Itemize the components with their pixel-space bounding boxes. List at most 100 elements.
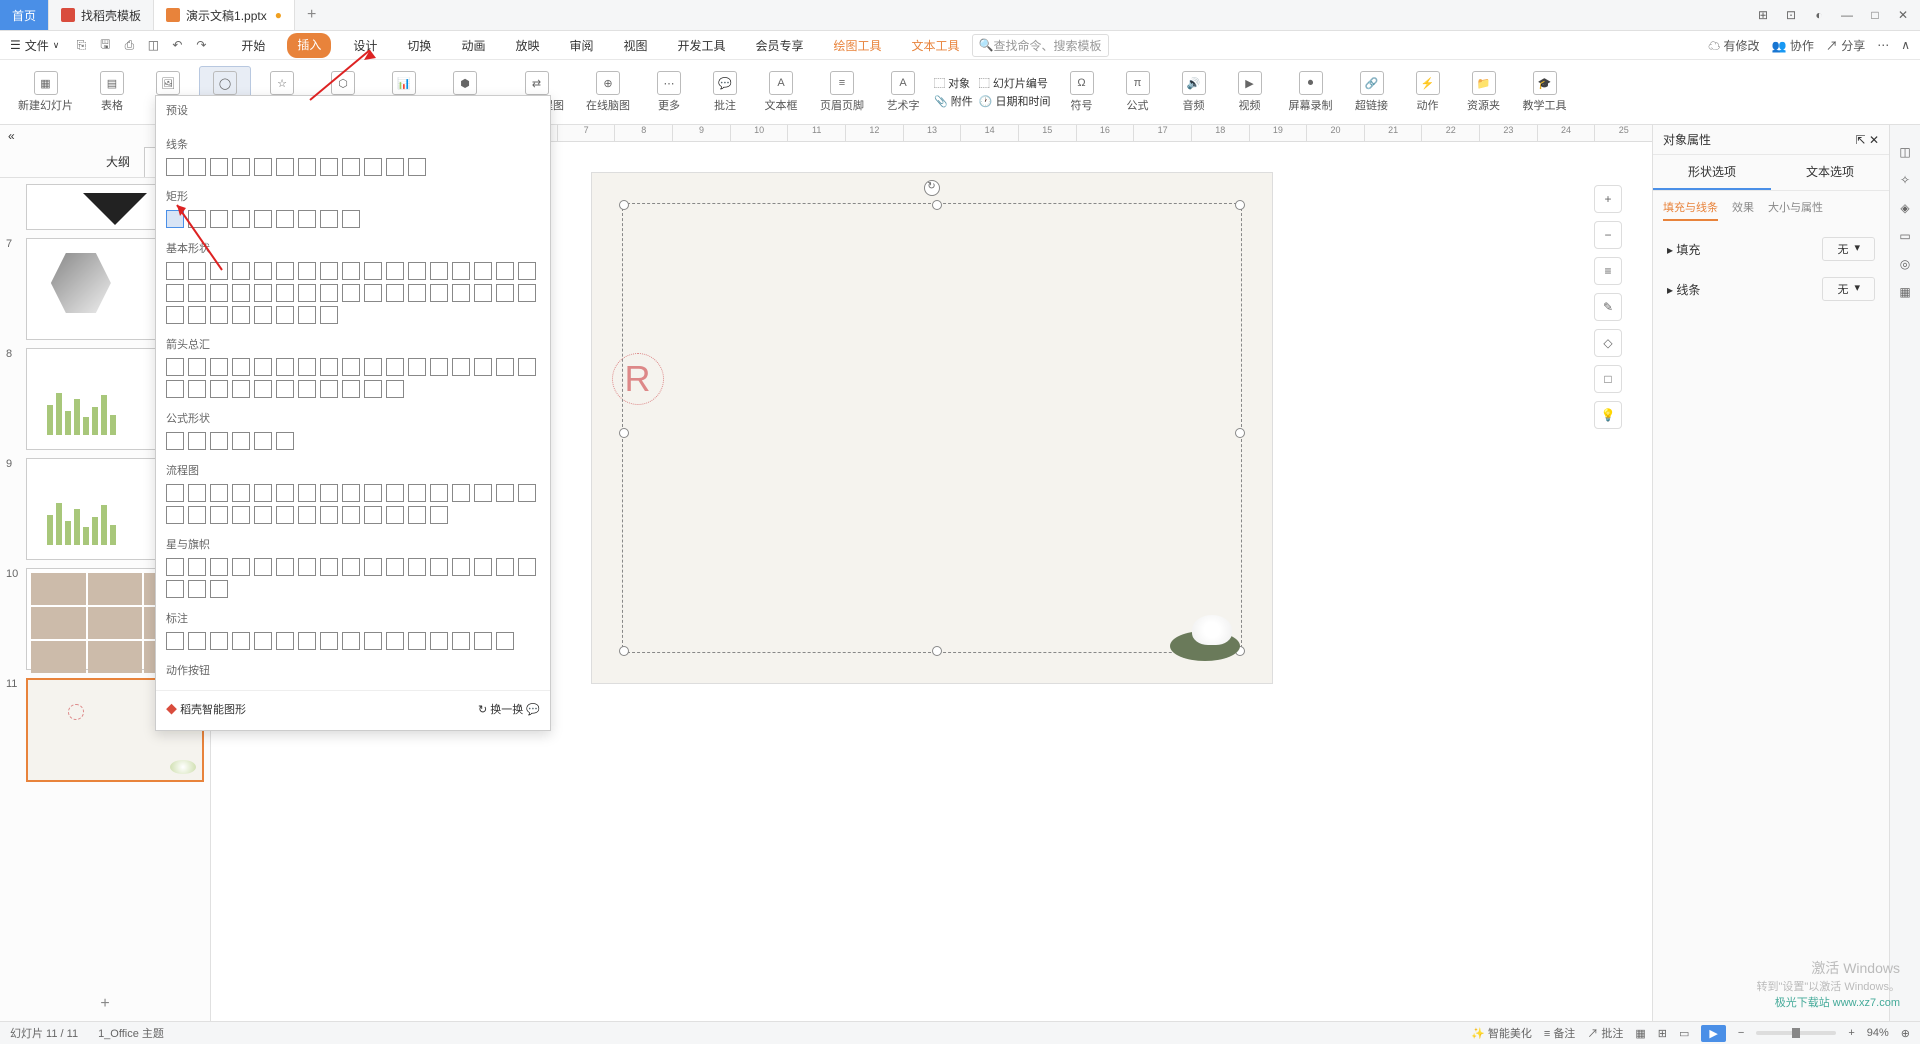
shape-item[interactable] (386, 380, 404, 398)
shape-item[interactable] (452, 284, 470, 302)
shape-item[interactable] (210, 632, 228, 650)
shape-item[interactable] (298, 558, 316, 576)
shape-item[interactable] (342, 158, 360, 176)
shape-item[interactable] (364, 158, 382, 176)
shape-item[interactable] (232, 506, 250, 524)
shape-item[interactable] (430, 558, 448, 576)
rib-new-slide[interactable]: ▦新建幻灯片 (10, 67, 81, 117)
shape-item[interactable] (232, 210, 250, 228)
shape-item[interactable] (254, 284, 272, 302)
shape-item[interactable] (232, 306, 250, 324)
handle-nw[interactable] (619, 200, 629, 210)
shape-item[interactable] (254, 262, 272, 280)
shape-item[interactable] (188, 580, 206, 598)
shape-item[interactable] (408, 484, 426, 502)
menu-tab-review[interactable]: 审阅 (561, 33, 601, 58)
shape-item[interactable] (276, 380, 294, 398)
idea-btn[interactable]: 💡 (1594, 401, 1622, 429)
print-icon[interactable]: ⎙ (121, 37, 137, 53)
pin-icon[interactable]: ⇱ (1856, 133, 1866, 147)
menu-tab-text[interactable]: 文本工具 (904, 33, 968, 58)
refresh-link[interactable]: ↻ 换一换 (478, 704, 523, 716)
undo-icon[interactable]: ↶ (169, 37, 185, 53)
rib-audio[interactable]: 🔊音频 (1169, 67, 1219, 117)
zoom-slider[interactable] (1756, 1031, 1836, 1035)
handle-s[interactable] (932, 646, 942, 656)
shape-item[interactable] (430, 262, 448, 280)
zoom-in-btn[interactable]: + (1594, 185, 1622, 213)
shape-item[interactable] (320, 158, 338, 176)
maximize-button[interactable]: □ (1868, 8, 1882, 22)
shape-item[interactable] (342, 262, 360, 280)
shape-item[interactable] (276, 306, 294, 324)
shape-item[interactable] (232, 158, 250, 176)
shape-item[interactable] (298, 306, 316, 324)
shape-item[interactable] (386, 284, 404, 302)
shape-item[interactable] (166, 506, 184, 524)
tab-outline[interactable]: 大纲 (92, 147, 144, 177)
shape-item[interactable] (276, 262, 294, 280)
rib-equation[interactable]: π公式 (1113, 67, 1163, 117)
shape-item[interactable] (210, 210, 228, 228)
shape-item[interactable] (166, 580, 184, 598)
shape-item[interactable] (298, 484, 316, 502)
shape-item[interactable] (188, 262, 206, 280)
shape-item[interactable] (474, 558, 492, 576)
strip-select-icon[interactable]: ▭ (1899, 229, 1910, 243)
shape-item[interactable] (452, 358, 470, 376)
changes-button[interactable]: ☁ 有修改 (1708, 37, 1759, 54)
chat-icon[interactable]: 💬 (526, 704, 540, 716)
shape-item[interactable] (254, 306, 272, 324)
shape-item[interactable] (496, 632, 514, 650)
shape-item[interactable] (166, 432, 184, 450)
comments-toggle[interactable]: ↗ 批注 (1587, 1025, 1623, 1041)
shape-item[interactable] (298, 210, 316, 228)
shape-item[interactable] (188, 158, 206, 176)
paint-btn[interactable]: ◇ (1594, 329, 1622, 357)
shape-item[interactable] (276, 484, 294, 502)
shape-item[interactable] (430, 284, 448, 302)
rib-screen-record[interactable]: ⏺屏幕录制 (1281, 67, 1341, 117)
shape-item[interactable] (518, 358, 536, 376)
shape-item[interactable] (518, 262, 536, 280)
shape-item[interactable] (232, 380, 250, 398)
hamburger-icon[interactable]: ☰ (10, 38, 21, 52)
handle-n[interactable] (932, 200, 942, 210)
shape-item[interactable] (364, 558, 382, 576)
view-slideshow-icon[interactable]: ▶ (1701, 1025, 1725, 1042)
command-search[interactable]: 🔍查找命令、搜索模板 (972, 34, 1109, 57)
handle-sw[interactable] (619, 646, 629, 656)
line-dropdown[interactable]: 无▾ (1822, 277, 1875, 301)
view-reading-icon[interactable]: ▭ (1679, 1027, 1689, 1040)
shape-item[interactable] (320, 358, 338, 376)
shape-item[interactable] (518, 284, 536, 302)
shape-item[interactable] (276, 284, 294, 302)
strip-pin-icon[interactable]: ◎ (1900, 257, 1910, 271)
shape-item[interactable] (232, 262, 250, 280)
shape-item[interactable] (496, 284, 514, 302)
shape-item[interactable] (254, 432, 272, 450)
shape-item[interactable] (386, 262, 404, 280)
shape-item[interactable] (298, 380, 316, 398)
edit-btn[interactable]: ✎ (1594, 293, 1622, 321)
shape-item[interactable] (188, 484, 206, 502)
rib-header-footer[interactable]: ≡页眉页脚 (812, 67, 872, 117)
shape-item[interactable] (210, 284, 228, 302)
shape-item[interactable] (474, 484, 492, 502)
shape-item[interactable] (364, 380, 382, 398)
shape-item[interactable] (166, 358, 184, 376)
shape-item[interactable] (496, 262, 514, 280)
zoom-value[interactable]: 94% (1867, 1027, 1889, 1039)
shape-item[interactable] (320, 284, 338, 302)
rib-symbol[interactable]: Ω符号 (1057, 67, 1107, 117)
file-menu[interactable]: 文件 (25, 37, 49, 54)
shape-item[interactable] (364, 484, 382, 502)
shape-item[interactable] (254, 210, 272, 228)
shape-item[interactable] (342, 558, 360, 576)
shape-item[interactable] (320, 632, 338, 650)
rib-datetime[interactable]: 🕐 日期和时间 (979, 93, 1051, 109)
rib-table[interactable]: ▤表格 (87, 67, 137, 117)
shape-item[interactable] (298, 262, 316, 280)
shape-item[interactable] (364, 284, 382, 302)
shape-item[interactable] (276, 632, 294, 650)
